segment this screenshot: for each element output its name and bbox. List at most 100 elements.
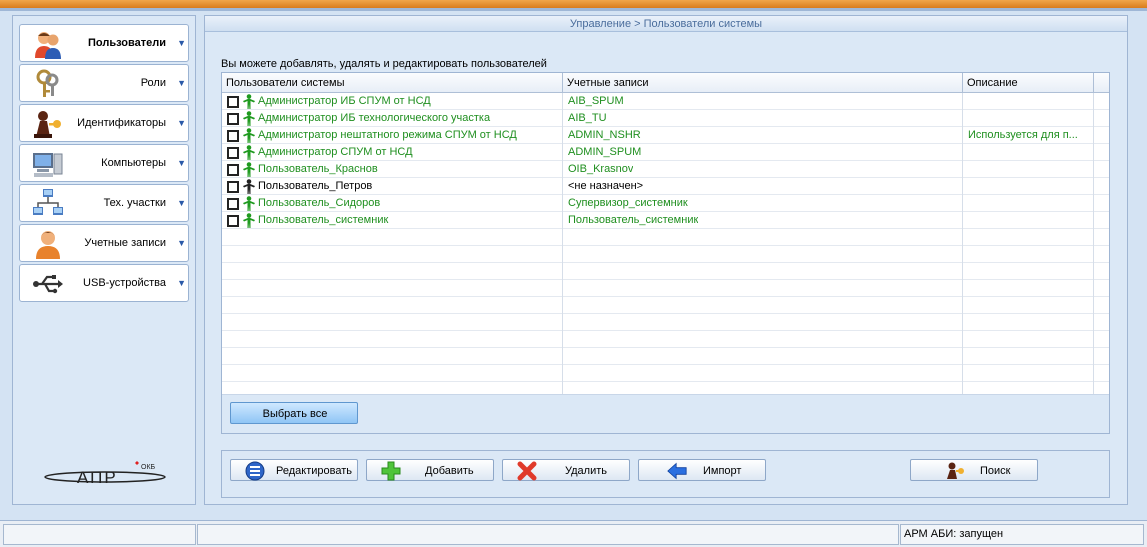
column-header-users[interactable]: Пользователи системы (222, 73, 563, 93)
row-checkbox[interactable] (227, 181, 239, 193)
description-cell (963, 280, 1094, 297)
description-cell (963, 229, 1094, 246)
user-name: Администратор ИБ технологического участк… (258, 112, 491, 124)
sidebar-item-identifiers[interactable]: Идентификаторы ▼ (19, 104, 189, 142)
sidebar-item-users[interactable]: Пользователи ▼ (19, 24, 189, 62)
user-name: Администратор ИБ СПУМ от НСД (258, 95, 431, 107)
user-status-icon (243, 111, 255, 126)
top-accent-line (0, 8, 1147, 11)
table-row[interactable]: Администратор ИБ технологического участк… (222, 110, 1109, 127)
description-cell (963, 161, 1094, 178)
table-row[interactable]: Пользователь_Краснов OIB_Krasnov (222, 161, 1109, 178)
description-cell: Используется для п... (963, 127, 1094, 144)
empty-table-row (222, 314, 1109, 331)
users-grid-container: Пользователи системы Учетные записи Опис… (221, 72, 1110, 434)
account-cell: AIB_SPUM (563, 93, 963, 110)
account-cell (563, 263, 963, 280)
row-checkbox[interactable] (227, 147, 239, 159)
account-cell: Пользователь_системник (563, 212, 963, 229)
account-name: ADMIN_SPUM (568, 146, 642, 158)
user-status-icon (243, 213, 255, 228)
user-cell (222, 348, 563, 365)
table-row[interactable]: Пользователь_системник Пользователь_систе… (222, 212, 1109, 229)
user-name: Пользователь_Петров (258, 180, 373, 192)
row-checkbox[interactable] (227, 96, 239, 108)
table-row[interactable]: Администратор нештатного режима СПУМ от … (222, 127, 1109, 144)
sidebar-item-roles[interactable]: Роли ▼ (19, 64, 189, 102)
account-cell: OIB_Krasnov (563, 161, 963, 178)
user-name: Пользователь_системник (258, 214, 389, 226)
breadcrumb: Управление > Пользователи системы (205, 16, 1127, 32)
account-cell (563, 382, 963, 394)
table-row[interactable]: Пользователь_Петров <не назначен> (222, 178, 1109, 195)
chevron-down-icon: ▼ (177, 278, 186, 288)
empty-table-row (222, 331, 1109, 348)
account-name: <не назначен> (568, 180, 644, 192)
delete-button[interactable]: Удалить (502, 459, 630, 481)
user-status-icon (243, 196, 255, 211)
user-name: Администратор нештатного режима СПУМ от … (258, 129, 517, 141)
status-segment-middle (197, 524, 899, 545)
account-cell (563, 365, 963, 382)
account-name: ADMIN_NSHR (568, 129, 641, 141)
column-header-description[interactable]: Описание (963, 73, 1094, 93)
sidebar-item-label: Идентификаторы (77, 117, 166, 129)
row-checkbox[interactable] (227, 198, 239, 210)
description-cell (963, 382, 1094, 394)
users-table: Пользователи системы Учетные записи Опис… (222, 73, 1109, 395)
user-cell (222, 263, 563, 280)
table-row[interactable]: Администратор СПУМ от НСД ADMIN_SPUM (222, 144, 1109, 161)
row-checkbox[interactable] (227, 215, 239, 227)
empty-table-row (222, 246, 1109, 263)
user-name: Пользователь_Краснов (258, 163, 378, 175)
sidebar-item-label: Компьютеры (101, 157, 166, 169)
sidebar-item-label: Пользователи (87, 37, 166, 49)
select-all-label: Выбрать все (262, 408, 328, 420)
user-cell (222, 382, 563, 394)
sidebar-item-tech-sites[interactable]: Тех. участки ▼ (19, 184, 189, 222)
chevron-down-icon: ▼ (177, 158, 186, 168)
sidebar-item-usb[interactable]: USB-устройства ▼ (19, 264, 189, 302)
status-segment-left (3, 524, 196, 545)
sidebar-item-accounts[interactable]: Учетные записи ▼ (19, 224, 189, 262)
user-status-icon (243, 128, 255, 143)
user-cell: Администратор СПУМ от НСД (222, 144, 563, 161)
empty-table-row (222, 280, 1109, 297)
account-cell: <не назначен> (563, 178, 963, 195)
user-cell (222, 314, 563, 331)
empty-table-row (222, 348, 1109, 365)
delete-x-icon (517, 461, 537, 481)
table-row[interactable]: Пользователь_Сидоров Супервизор_системник (222, 195, 1109, 212)
row-checkbox[interactable] (227, 130, 239, 142)
user-status-icon (243, 162, 255, 177)
empty-table-row (222, 382, 1109, 394)
plus-icon (381, 461, 401, 481)
sidebar-item-computers[interactable]: Компьютеры ▼ (19, 144, 189, 182)
edit-button[interactable]: Редактировать (230, 459, 358, 481)
description-cell (963, 195, 1094, 212)
key-token-icon (34, 111, 61, 138)
network-icon (33, 189, 63, 215)
account-name: Пользователь_системник (568, 214, 699, 226)
account-cell (563, 246, 963, 263)
select-all-button[interactable]: Выбрать все (230, 402, 358, 424)
import-button[interactable]: Импорт (638, 459, 766, 481)
user-cell: Пользователь_Сидоров (222, 195, 563, 212)
chevron-down-icon: ▼ (177, 198, 186, 208)
description-cell (963, 365, 1094, 382)
row-checkbox[interactable] (227, 113, 239, 125)
add-button[interactable]: Добавить (366, 459, 494, 481)
search-button[interactable]: Поиск (910, 459, 1038, 481)
sidebar-item-label: Тех. участки (103, 197, 166, 209)
account-cell (563, 331, 963, 348)
sidebar-item-label: USB-устройства (83, 277, 166, 289)
usb-icon (33, 275, 63, 294)
table-row[interactable]: Администратор ИБ СПУМ от НСД AIB_SPUM (222, 93, 1109, 110)
empty-table-row (222, 297, 1109, 314)
user-cell: Пользователь_системник (222, 212, 563, 229)
row-checkbox[interactable] (227, 164, 239, 176)
account-cell (563, 280, 963, 297)
description-cell (963, 348, 1094, 365)
column-header-accounts[interactable]: Учетные записи (563, 73, 963, 93)
empty-table-row (222, 365, 1109, 382)
